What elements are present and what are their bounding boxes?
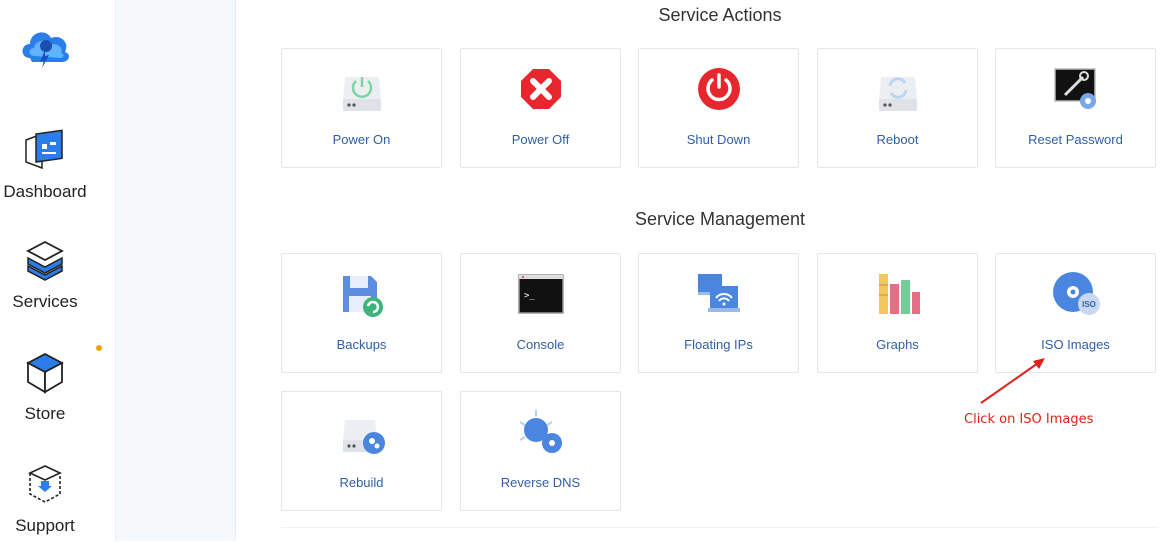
sidebar: Dashboard Services Store Support [0,0,116,541]
shut-down-icon [697,68,740,110]
services-icon [26,240,64,281]
shut-down-button[interactable]: Shut Down [638,48,799,168]
sidebar-item-label: Dashboard [3,182,87,201]
reverse-dns-icon [518,410,562,453]
graphs-button[interactable]: Graphs [817,253,978,373]
rebuild-button[interactable]: Rebuild [281,391,442,511]
section-title-service-actions: Service Actions [658,5,782,25]
power-off-button[interactable]: Power Off [460,48,621,168]
card-label: Power On [332,132,391,147]
reverse-dns-button[interactable]: Reverse DNS [460,391,621,511]
card-label: Backups [336,337,387,352]
card-label: Reset Password [1028,132,1123,147]
reset-password-icon [1053,68,1096,109]
section-title-service-management: Service Management [634,209,806,229]
power-on-icon [342,77,381,111]
power-off-icon [520,69,561,109]
support-icon [28,465,62,503]
console-prompt-text: >_ [524,291,535,301]
console-button[interactable]: >_ Console [460,253,621,373]
floating-ips-button[interactable]: Floating IPs [638,253,799,373]
backups-button[interactable]: Backups [281,253,442,373]
sidebar-item-store[interactable]: Store [0,350,90,424]
store-icon [26,352,64,394]
iso-images-icon: ISO [1052,272,1100,315]
card-label: Rebuild [339,475,384,490]
floating-ips-icon [697,274,740,312]
sidebar-item-support[interactable]: Support [0,462,90,536]
sidebar-item-services[interactable]: Services [0,238,90,312]
sidebar-item-label: Support [15,516,75,535]
card-label: Reverse DNS [500,475,581,490]
logo-icon[interactable] [18,22,72,68]
card-label: Floating IPs [684,337,753,352]
content-divider [281,527,1158,542]
card-label: Shut Down [686,132,751,147]
card-label: Reboot [876,132,919,147]
reboot-button[interactable]: Reboot [817,48,978,168]
reset-password-button[interactable]: Reset Password [995,48,1156,168]
sidebar-item-dashboard[interactable]: Dashboard [0,128,90,202]
notification-dot [96,345,102,351]
sidebar-item-label: Store [24,404,66,423]
card-label: Graphs [876,337,919,352]
sidebar-item-label: Services [12,292,78,311]
power-on-button[interactable]: Power On [281,48,442,168]
card-label: ISO Images [1041,337,1110,352]
annotation-text: Click on ISO Images [964,412,1094,427]
graphs-icon [878,274,920,314]
card-label: Console [516,337,565,352]
annotation-arrow [980,358,1045,404]
console-icon: >_ [517,274,564,314]
reboot-icon [878,77,917,111]
secondary-panel [116,0,236,541]
dashboard-icon [25,129,63,170]
card-label: Power Off [511,132,570,147]
iso-badge-text: ISO [1082,300,1096,309]
rebuild-icon [342,420,385,454]
backups-icon [342,276,383,317]
